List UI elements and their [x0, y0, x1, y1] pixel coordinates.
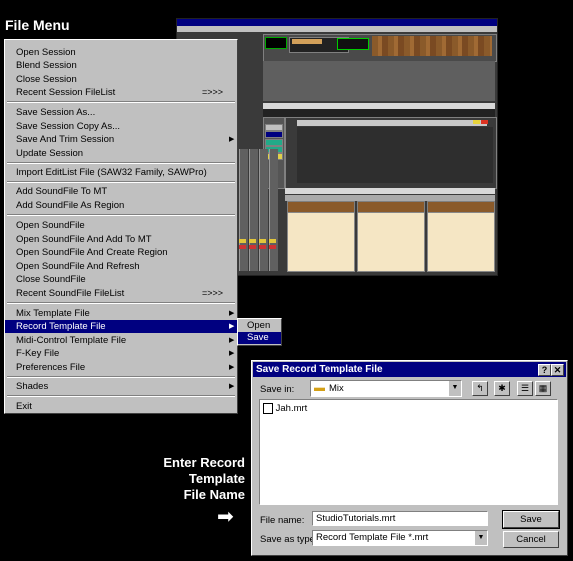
annotation-callout: Enter Record Template File Name — [150, 455, 245, 503]
submenu-arrow-icon: ▶ — [229, 310, 235, 317]
dialog-title: Save Record Template File — [256, 364, 383, 375]
submenu-accel: =>>> — [202, 87, 224, 97]
menu-item-add-soundfile-as-region[interactable]: Add SoundFile As Region — [5, 199, 237, 212]
menu-item-preferences-file[interactable]: Preferences File ▶ — [5, 361, 237, 374]
annotation-line: Enter Record — [163, 455, 245, 470]
submenu-item-save[interactable]: Save — [238, 332, 281, 344]
file-menu: Open Session Blend Session Close Session… — [4, 39, 238, 414]
page-title: File Menu — [5, 17, 70, 33]
menu-item-update-session[interactable]: Update Session — [5, 147, 237, 160]
menu-item-save-session-copy-as[interactable]: Save Session Copy As... — [5, 120, 237, 133]
menu-separator — [7, 214, 235, 216]
menu-separator — [7, 395, 235, 397]
menu-item-open-session[interactable]: Open Session — [5, 46, 237, 59]
help-button[interactable]: ? — [538, 364, 551, 376]
menu-item-save-and-trim-session[interactable]: Save And Trim Session ▶ — [5, 133, 237, 146]
list-view-button[interactable]: ☰ — [517, 381, 533, 396]
pointer-arrow-icon: ➡ — [217, 506, 234, 528]
save-as-type-select[interactable]: Record Template File *.mrt ▼ — [312, 530, 488, 546]
menu-item-exit[interactable]: Exit — [5, 400, 237, 413]
file-icon — [263, 403, 273, 414]
menu-item-record-template-file[interactable]: Record Template File ▶ — [5, 320, 237, 333]
menu-item-midi-control-template-file[interactable]: Midi-Control Template File ▶ — [5, 334, 237, 347]
file-list: Jah.mrt — [259, 399, 558, 505]
menu-item-open-soundfile[interactable]: Open SoundFile — [5, 219, 237, 232]
submenu-arrow-icon: ▶ — [229, 383, 235, 390]
details-view-button[interactable]: ▦ — [535, 381, 551, 396]
menu-item-open-soundfile-create-region[interactable]: Open SoundFile And Create Region — [5, 246, 237, 259]
save-as-type-label: Save as type: — [260, 534, 318, 545]
save-button[interactable]: Save — [502, 510, 560, 529]
annotation-line: Template — [188, 471, 245, 486]
menu-item-import-editlist[interactable]: Import EditList File (SAW32 Family, SAWP… — [5, 166, 237, 179]
save-dialog: Save Record Template File ? ✕ Save in: ▬… — [251, 360, 568, 556]
submenu-arrow-icon: ▶ — [229, 136, 235, 143]
menu-item-open-soundfile-refresh[interactable]: Open SoundFile And Refresh — [5, 260, 237, 273]
menu-item-open-soundfile-add-to-mt[interactable]: Open SoundFile And Add To MT — [5, 233, 237, 246]
submenu-accel: =>>> — [202, 288, 224, 298]
save-in-select[interactable]: ▬ Mix ▼ — [310, 380, 462, 397]
menu-separator — [7, 181, 235, 183]
menu-item-close-soundfile[interactable]: Close SoundFile — [5, 273, 237, 286]
menu-item-shades[interactable]: Shades ▶ — [5, 380, 237, 393]
submenu-arrow-icon: ▶ — [229, 337, 235, 344]
annotation-line: File Name — [183, 487, 245, 502]
list-item[interactable]: Jah.mrt — [263, 403, 307, 414]
submenu-arrow-icon: ▶ — [229, 364, 235, 371]
menu-item-recent-session-filelist[interactable]: Recent Session FileList =>>> — [5, 86, 237, 99]
cancel-button[interactable]: Cancel — [503, 531, 559, 548]
chevron-down-icon[interactable]: ▼ — [448, 381, 461, 396]
save-in-label: Save in: — [260, 384, 295, 395]
dialog-titlebar: Save Record Template File ? ✕ — [253, 362, 566, 377]
close-button[interactable]: ✕ — [551, 364, 564, 376]
menu-item-close-session[interactable]: Close Session — [5, 73, 237, 86]
submenu-arrow-icon: ▶ — [229, 350, 235, 357]
menu-item-mix-template-file[interactable]: Mix Template File ▶ — [5, 307, 237, 320]
menu-separator — [7, 101, 235, 103]
menu-item-save-session-as[interactable]: Save Session As... — [5, 106, 237, 119]
menu-item-fkey-file[interactable]: F-Key File ▶ — [5, 347, 237, 360]
file-name-field[interactable]: StudioTutorials.mrt — [312, 511, 488, 526]
record-template-submenu: Open Save — [237, 318, 282, 346]
menu-item-add-soundfile-to-mt[interactable]: Add SoundFile To MT — [5, 185, 237, 198]
menu-item-blend-session[interactable]: Blend Session — [5, 59, 237, 72]
menu-separator — [7, 376, 235, 378]
submenu-item-open[interactable]: Open — [238, 320, 281, 332]
submenu-arrow-icon: ▶ — [229, 323, 235, 330]
file-name-label: File name: — [260, 515, 305, 526]
menu-separator — [7, 162, 235, 164]
menu-item-recent-soundfile-filelist[interactable]: Recent SoundFile FileList =>>> — [5, 287, 237, 300]
menu-separator — [7, 302, 235, 304]
up-folder-button[interactable]: ↰ — [472, 381, 488, 396]
chevron-down-icon[interactable]: ▼ — [474, 531, 487, 545]
new-folder-button[interactable]: ✱ — [494, 381, 510, 396]
folder-icon: ▬ — [314, 382, 325, 394]
